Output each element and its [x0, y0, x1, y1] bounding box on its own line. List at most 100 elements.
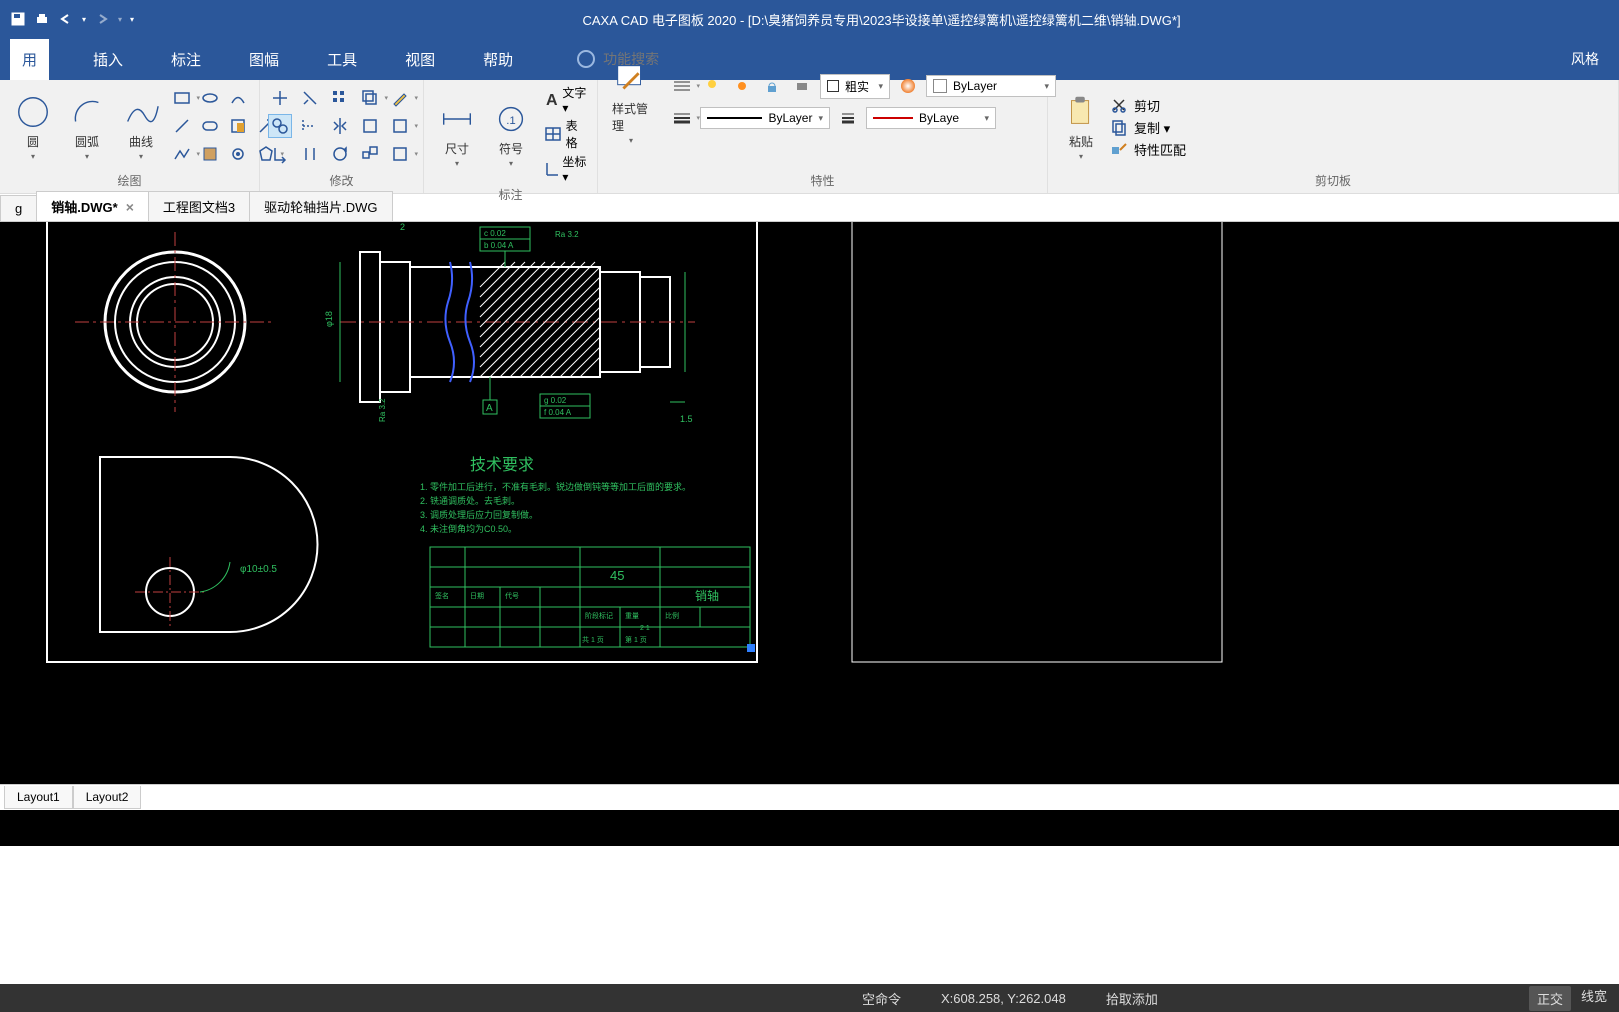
color-dropdown[interactable]: ByLayer ▾ — [926, 75, 1056, 97]
redo-dropdown[interactable]: ▾ — [118, 15, 122, 24]
clipboard-stack: 剪切 复制 ▾ 特性匹配 — [1110, 96, 1186, 159]
document-tabs: g 销轴.DWG*× 工程图文档3 驱动轮轴挡片.DWG — [0, 194, 1619, 222]
sun-icon[interactable] — [730, 74, 754, 98]
svg-text:A: A — [546, 92, 558, 109]
tab-sheet[interactable]: 图幅 — [245, 41, 283, 78]
array-icon[interactable] — [328, 86, 352, 110]
svg-text:c 0.02: c 0.02 — [484, 229, 506, 238]
svg-text:3. 调质处理后应力回复制做。: 3. 调质处理后应力回复制做。 — [420, 509, 538, 520]
style-manager-button[interactable]: 样式管理 ▾ — [606, 58, 656, 147]
region-icon[interactable] — [226, 86, 250, 110]
symbol-button[interactable]: .1 符号 ▾ — [486, 98, 536, 170]
svg-text:日期: 日期 — [470, 592, 484, 600]
lines-icon[interactable]: ▾ — [670, 74, 694, 98]
command-area[interactable] — [0, 810, 1619, 846]
qat-dropdown[interactable]: ▾ — [130, 15, 134, 24]
group-clipboard: 粘贴 ▾ 剪切 复制 ▾ 特性匹配 剪切板 — [1048, 80, 1619, 193]
offset-icon[interactable]: ▾ — [358, 86, 382, 110]
line-icon[interactable] — [170, 114, 194, 138]
circle-button[interactable]: 圆 ▾ — [8, 91, 58, 163]
layout-tab-1[interactable]: Layout1 — [4, 786, 73, 809]
linetype-dropdown[interactable]: 粗实 ▾ — [820, 74, 890, 99]
svg-text:1.5: 1.5 — [680, 414, 693, 424]
group-properties-label: 特性 — [606, 170, 1039, 191]
svg-text:比例: 比例 — [665, 611, 679, 620]
hatch-icon[interactable] — [198, 142, 222, 166]
layer-dropdown[interactable]: ByLayer▾ — [700, 107, 830, 129]
trim-icon[interactable] — [298, 86, 322, 110]
undo-icon[interactable] — [58, 11, 74, 27]
paste-button[interactable]: 粘贴 ▾ — [1056, 91, 1106, 163]
style-label[interactable]: 风格 — [1571, 49, 1619, 69]
rotate-icon[interactable] — [328, 142, 352, 166]
gear-icon[interactable] — [226, 142, 250, 166]
tab-tools[interactable]: 工具 — [323, 41, 361, 78]
mirror-icon[interactable] — [328, 114, 352, 138]
group-modify: ▾ ▾ ▾ ▾ 修改 — [260, 80, 424, 193]
dimension-button[interactable]: 尺寸 ▾ — [432, 98, 482, 170]
svg-text:2: 2 — [400, 222, 405, 232]
svg-text:销轴: 销轴 — [695, 588, 719, 603]
pencil-icon[interactable]: ▾ — [388, 86, 412, 110]
drawing-canvas[interactable]: φ10±0.5 φ18 — [0, 222, 1619, 784]
block-icon[interactable] — [226, 114, 250, 138]
side-view: φ10±0.5 — [100, 457, 318, 632]
group-annotate-label: 标注 — [432, 184, 589, 205]
scale-icon[interactable] — [358, 142, 382, 166]
fillet-icon[interactable] — [358, 114, 382, 138]
svg-text:45: 45 — [610, 568, 624, 583]
polyline-icon[interactable]: ▾ — [170, 142, 194, 166]
ellipse-icon[interactable] — [198, 86, 222, 110]
lock-icon[interactable] — [760, 74, 784, 98]
move-icon[interactable] — [268, 86, 292, 110]
text-button[interactable]: A文字 ▾ — [544, 84, 589, 115]
bulb-icon[interactable] — [700, 74, 724, 98]
copy-button[interactable]: 复制 ▾ — [1110, 118, 1186, 137]
svg-text:Ra 3.2: Ra 3.2 — [555, 230, 579, 239]
redo-icon[interactable] — [94, 11, 110, 27]
cut-button[interactable]: 剪切 — [1110, 96, 1186, 115]
split-icon[interactable] — [298, 142, 322, 166]
stretch-icon[interactable] — [268, 142, 292, 166]
table-button[interactable]: 表格 — [544, 117, 589, 151]
color-wheel-icon[interactable] — [896, 74, 920, 98]
coord-button[interactable]: 坐标 ▾ — [544, 153, 589, 184]
tab-insert[interactable]: 插入 — [89, 41, 127, 78]
print-layer-icon[interactable] — [790, 74, 814, 98]
lineweight-dropdown[interactable]: ByLaye▾ — [866, 107, 996, 129]
svg-text:4. 未注倒角均为C0.50。: 4. 未注倒角均为C0.50。 — [420, 523, 517, 534]
modify-icons: ▾ ▾ ▾ ▾ — [268, 86, 416, 168]
doc-tab-0[interactable]: g — [0, 195, 37, 221]
arc-button[interactable]: 圆弧 ▾ — [62, 91, 112, 163]
doc-tab-2[interactable]: 工程图文档3 — [148, 191, 250, 221]
close-icon[interactable]: × — [126, 199, 134, 215]
match-props-button[interactable]: 特性匹配 — [1110, 140, 1186, 159]
svg-text:共 1 页: 共 1 页 — [582, 635, 604, 644]
lines2-icon[interactable]: ▾ — [670, 106, 694, 130]
print-icon[interactable] — [34, 11, 50, 27]
rectangle-icon[interactable]: ▾ — [170, 86, 194, 110]
save-icon[interactable] — [10, 11, 26, 27]
tab-view[interactable]: 视图 — [401, 41, 439, 78]
drawing-content: φ10±0.5 φ18 — [0, 222, 1619, 784]
layout-tab-2[interactable]: Layout2 — [73, 786, 142, 809]
curve-button[interactable]: 曲线 ▾ — [116, 91, 166, 163]
undo-dropdown[interactable]: ▾ — [82, 15, 86, 24]
explode-icon[interactable]: ▾ — [388, 142, 412, 166]
slot-icon[interactable] — [198, 114, 222, 138]
extend-icon[interactable] — [298, 114, 322, 138]
tab-home[interactable]: 用 — [10, 39, 49, 80]
copy-icon[interactable] — [268, 114, 292, 138]
group-clipboard-label: 剪切板 — [1056, 170, 1610, 191]
snap-mode[interactable]: 拾取添加 — [1106, 989, 1158, 1008]
chamfer-icon[interactable]: ▾ — [388, 114, 412, 138]
title-bar: ▾ ▾ ▾ CAXA CAD 电子图板 2020 - [D:\臭猪饲养员专用\2… — [0, 0, 1619, 38]
tab-help[interactable]: 帮助 — [479, 41, 517, 78]
doc-tab-1[interactable]: 销轴.DWG*× — [36, 191, 149, 221]
tab-annotate[interactable]: 标注 — [167, 41, 205, 78]
lineweight-icon[interactable] — [836, 106, 860, 130]
doc-tab-3[interactable]: 驱动轮轴挡片.DWG — [249, 191, 392, 221]
svg-text:g 0.02: g 0.02 — [544, 396, 567, 405]
ortho-toggle[interactable]: 正交 — [1529, 986, 1571, 1011]
lineweight-toggle[interactable]: 线宽 — [1581, 986, 1607, 1011]
